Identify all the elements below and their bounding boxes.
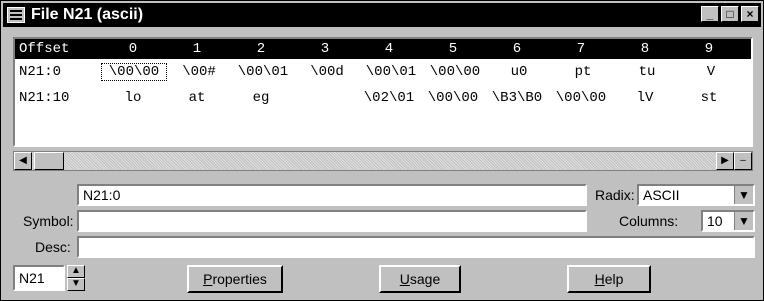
file-number-field[interactable]: N21	[13, 265, 65, 291]
minus-icon: –	[740, 155, 746, 166]
grid-cell[interactable]: at	[165, 90, 229, 106]
properties-button[interactable]: Properties	[187, 265, 283, 293]
maximize-button[interactable]: □	[721, 6, 739, 22]
minimize-button[interactable]: _	[701, 6, 719, 22]
column-header[interactable]: 6	[485, 41, 549, 57]
grid-cell[interactable]: \00\00	[423, 64, 487, 80]
data-file-icon	[7, 7, 25, 23]
grid-cell[interactable]: \00\01	[359, 64, 423, 80]
row-offset[interactable]: N21:10	[15, 90, 101, 106]
column-header[interactable]: 3	[293, 41, 357, 57]
help-accel: H	[594, 271, 605, 287]
title-bar[interactable]: File N21 (ascii) _ □ ×	[3, 3, 761, 27]
row-offset[interactable]: N21:0	[15, 64, 101, 80]
address-field[interactable]: N21:0	[77, 184, 587, 206]
scroll-thumb[interactable]	[34, 152, 64, 170]
data-grid[interactable]: Offset 0 1 2 3 4 5 6 7 8 9 N21:0 \00\00 …	[13, 37, 753, 147]
window-title: File N21 (ascii)	[31, 6, 144, 23]
usage-accel: U	[399, 271, 410, 287]
radix-value: ASCII	[643, 187, 680, 203]
symbol-field[interactable]	[77, 210, 587, 232]
help-label: elp	[604, 271, 624, 287]
window-controls: _ □ ×	[701, 6, 759, 22]
grid-cell[interactable]: \00d	[295, 64, 359, 80]
grid-cell[interactable]: pt	[551, 64, 615, 80]
grid-cell[interactable]: \02\01	[357, 90, 421, 106]
file-window: File N21 (ascii) _ □ × Offset 0 1 2 3 4 …	[0, 0, 764, 301]
grid-cell[interactable]: \00\00	[421, 90, 485, 106]
usage-button[interactable]: Usage	[379, 265, 461, 293]
grid-cell[interactable]: \B3\B0	[485, 90, 549, 106]
column-header[interactable]: 0	[101, 41, 165, 57]
column-header[interactable]: 1	[165, 41, 229, 57]
help-button[interactable]: Help	[567, 265, 651, 293]
properties-label: roperties	[212, 271, 267, 287]
table-row: N21:10 lo at eg \02\01 \00\00 \B3\B0 \00…	[15, 85, 751, 111]
table-row: N21:0 \00\00 \00# \00\01 \00d \00\01 \00…	[15, 59, 751, 85]
column-header[interactable]: 7	[549, 41, 613, 57]
grid-header: Offset 0 1 2 3 4 5 6 7 8 9	[15, 39, 751, 59]
grid-cell-selected[interactable]: \00\00	[101, 63, 167, 81]
desc-field[interactable]	[77, 236, 755, 258]
grid-cell[interactable]: st	[677, 90, 741, 106]
scroll-left-button[interactable]: ◀	[14, 152, 32, 170]
spin-down-button[interactable]: ▼	[67, 278, 85, 291]
desc-label: Desc:	[35, 239, 71, 255]
spin-up-button[interactable]: ▲	[67, 265, 85, 278]
grid-cell[interactable]: lo	[101, 90, 165, 106]
column-header[interactable]: 2	[229, 41, 293, 57]
grid-cell[interactable]: lV	[613, 90, 677, 106]
arrow-right-icon: ▶	[721, 155, 729, 166]
column-header[interactable]: 4	[357, 41, 421, 57]
scroll-right-button[interactable]: ▶	[716, 152, 734, 170]
grid-cell[interactable]: eg	[229, 90, 293, 106]
grid-cell[interactable]: \00\00	[549, 90, 613, 106]
column-header-offset[interactable]: Offset	[15, 41, 101, 57]
grid-cell[interactable]: \00\01	[231, 64, 295, 80]
usage-label: sage	[409, 271, 441, 287]
columns-select[interactable]: 10 ▼	[701, 210, 755, 232]
split-button[interactable]: –	[734, 152, 752, 170]
radix-select[interactable]: ASCII ▼	[637, 184, 755, 206]
chevron-down-icon[interactable]: ▼	[734, 186, 753, 204]
columns-label: Columns:	[619, 213, 679, 229]
grid-cell[interactable]: u0	[487, 64, 551, 80]
chevron-down-icon[interactable]: ▼	[734, 212, 753, 230]
horizontal-scrollbar[interactable]: ◀ ▶ –	[13, 151, 753, 171]
columns-value: 10	[707, 213, 723, 229]
symbol-label: Symbol:	[23, 213, 74, 229]
column-header[interactable]: 8	[613, 41, 677, 57]
column-header[interactable]: 5	[421, 41, 485, 57]
radix-label: Radix:	[595, 187, 635, 203]
grid-cell[interactable]: tu	[615, 64, 679, 80]
column-header[interactable]: 9	[677, 41, 741, 57]
grid-cell[interactable]: \00#	[167, 64, 231, 80]
arrow-left-icon: ◀	[19, 155, 27, 166]
grid-cell[interactable]: V	[679, 64, 743, 80]
close-button[interactable]: ×	[741, 6, 759, 22]
